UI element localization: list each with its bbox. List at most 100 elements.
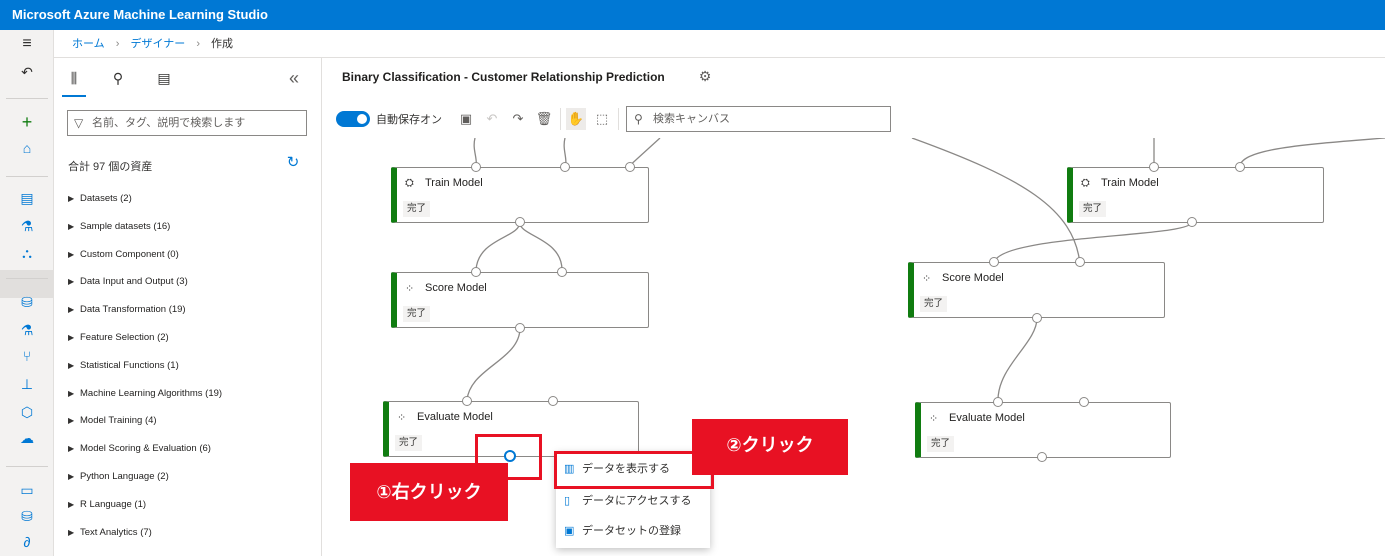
pan-hand-icon[interactable]: ✋ [566, 108, 586, 130]
refresh-icon[interactable]: ↻ [284, 154, 302, 172]
tree-item[interactable]: ▶ Model Training (4) [68, 414, 308, 442]
experiments-icon[interactable]: ⚗ [17, 320, 37, 340]
status-badge: 完了 [403, 201, 431, 217]
status-badge: 完了 [927, 436, 955, 452]
tree-item[interactable]: ▶ Model Scoring & Evaluation (6) [68, 442, 308, 470]
menu-item-register-dataset[interactable]: ▣ データセットの登録 [556, 516, 710, 546]
input-port[interactable] [548, 396, 558, 406]
output-port[interactable] [1032, 313, 1042, 323]
status-badge: 完了 [920, 296, 948, 312]
search-icon: ⚲ [634, 112, 643, 126]
breadcrumb-designer[interactable]: デザイナー [130, 38, 185, 50]
connection-line [1239, 138, 1385, 169]
input-port[interactable] [1075, 257, 1085, 267]
tree-item[interactable]: ▶ Sample datasets (16) [68, 220, 308, 248]
designer-icon[interactable]: ⛬ [17, 243, 37, 263]
datasets-icon[interactable]: ⛁ [17, 292, 37, 312]
pipeline-title: Binary Classification - Customer Relatio… [342, 70, 665, 84]
output-port[interactable] [1187, 217, 1197, 227]
expand-triangle-icon: ▶ [68, 388, 75, 398]
input-port[interactable] [625, 162, 635, 172]
node-title: Score Model [942, 272, 1004, 284]
endpoints-icon[interactable]: ⬡ [17, 402, 37, 422]
models-icon[interactable]: ⊥ [17, 374, 37, 394]
cloud-icon[interactable]: ☁ [17, 428, 37, 448]
input-port[interactable] [989, 257, 999, 267]
save-icon[interactable]: ▣ [456, 108, 476, 130]
input-port[interactable] [1149, 162, 1159, 172]
tree-item[interactable]: ▶ Text Analytics (7) [68, 526, 308, 554]
score-model-node-right[interactable]: ⁘ Score Model 完了 [908, 262, 1165, 318]
library-tab-icon[interactable]: ⫼ [62, 66, 86, 90]
left-nav-rail: ≡ ↶ + ⌂ ▤ ⚗ ⛬ ⛁ ⚗ ⑂ ⊥ ⬡ ☁ ▭ ⛁ ∂ [0, 30, 54, 556]
output-port[interactable] [515, 217, 525, 227]
autosave-label: 自動保存オン [376, 114, 442, 126]
canvas-search-input[interactable]: ⚲ 検索キャンバス [626, 106, 891, 132]
tree-item[interactable]: ▶ Data Input and Output (3) [68, 275, 308, 303]
expand-triangle-icon: ▶ [68, 249, 75, 259]
tree-item[interactable]: ▶ Data Transformation (19) [68, 303, 308, 331]
new-plus-icon[interactable]: + [17, 112, 37, 132]
asset-library-panel: ⫼ ⚲ ▤ « ▽ 名前、タグ、説明で検索します 合計 97 個の資産 ↻ ▶ D… [54, 58, 322, 556]
train-model-node-left[interactable]: ⛭ Train Model 完了 [391, 167, 649, 223]
rail-divider [6, 98, 48, 99]
expand-triangle-icon: ▶ [68, 416, 75, 426]
output-port[interactable] [515, 323, 525, 333]
linked-services-icon[interactable]: ∂ [17, 532, 37, 552]
evaluate-model-icon: ⁘ [929, 413, 939, 425]
toggle-knob [357, 114, 367, 124]
notebook-icon[interactable]: ▤ [17, 188, 37, 208]
search-tab-icon[interactable]: ⚲ [106, 66, 130, 90]
input-port[interactable] [462, 396, 472, 406]
select-tool-icon[interactable]: ⬚ [592, 108, 612, 130]
home-icon[interactable]: ⌂ [17, 138, 37, 158]
compute-icon[interactable]: ▭ [17, 480, 37, 500]
train-model-node-right[interactable]: ⛭ Train Model 完了 [1067, 167, 1324, 223]
evaluate-model-node-right[interactable]: ⁘ Evaluate Model 完了 [915, 402, 1171, 458]
tree-item[interactable]: ▶ Datasets (2) [68, 192, 308, 220]
expand-triangle-icon: ▶ [68, 332, 75, 342]
document-icon: ▯ [564, 495, 571, 507]
input-port[interactable] [471, 162, 481, 172]
status-badge: 完了 [403, 306, 431, 322]
back-arrow-icon[interactable]: ↶ [17, 62, 37, 82]
tree-item[interactable]: ▶ Feature Selection (2) [68, 331, 308, 359]
redo-icon[interactable]: ↷ [508, 108, 528, 130]
score-model-node-left[interactable]: ⁘ Score Model 完了 [391, 272, 649, 328]
tree-item[interactable]: ▶ Python Language (2) [68, 470, 308, 498]
undo-icon[interactable]: ↶ [482, 108, 502, 130]
input-port[interactable] [560, 162, 570, 172]
collapse-panel-icon[interactable]: « [282, 66, 306, 90]
input-port[interactable] [557, 267, 567, 277]
tree-item-label: Sample datasets (16) [80, 220, 171, 232]
filter-icon: ▽ [74, 116, 84, 130]
tree-item[interactable]: ▶ Machine Learning Algorithms (19) [68, 387, 308, 415]
hamburger-menu-icon[interactable]: ≡ [17, 34, 37, 54]
asset-search-input[interactable]: ▽ 名前、タグ、説明で検索します [67, 110, 307, 136]
gear-icon[interactable]: ⚙ [696, 68, 714, 86]
input-port[interactable] [1079, 397, 1089, 407]
node-title: Evaluate Model [949, 412, 1025, 424]
output-port[interactable] [1037, 452, 1047, 462]
input-port[interactable] [993, 397, 1003, 407]
connection-line [997, 317, 1038, 401]
tree-item[interactable]: ▶ R Language (1) [68, 498, 308, 526]
input-port[interactable] [1235, 162, 1245, 172]
delete-icon[interactable]: 🗑 [534, 108, 554, 130]
pipelines-icon[interactable]: ⑂ [17, 346, 37, 366]
canvas-search-placeholder: 検索キャンバス [653, 113, 730, 125]
input-port[interactable] [471, 267, 481, 277]
automated-ml-icon[interactable]: ⚗ [17, 216, 37, 236]
autosave-toggle[interactable] [336, 111, 370, 127]
breadcrumb-home[interactable]: ホーム [72, 38, 105, 50]
menu-item-access-data[interactable]: ▯ データにアクセスする [556, 486, 710, 516]
expand-triangle-icon: ▶ [68, 360, 75, 370]
rail-divider [6, 176, 48, 177]
tree-item-label: Python Language (2) [80, 470, 169, 482]
asset-total-count: 合計 97 個の資産 [68, 161, 153, 173]
tree-item[interactable]: ▶ Statistical Functions (1) [68, 359, 308, 387]
properties-tab-icon[interactable]: ▤ [152, 66, 176, 90]
datastores-icon[interactable]: ⛁ [17, 506, 37, 526]
tree-item[interactable]: ▶ Custom Component (0) [68, 248, 308, 276]
connection-line [466, 327, 521, 401]
